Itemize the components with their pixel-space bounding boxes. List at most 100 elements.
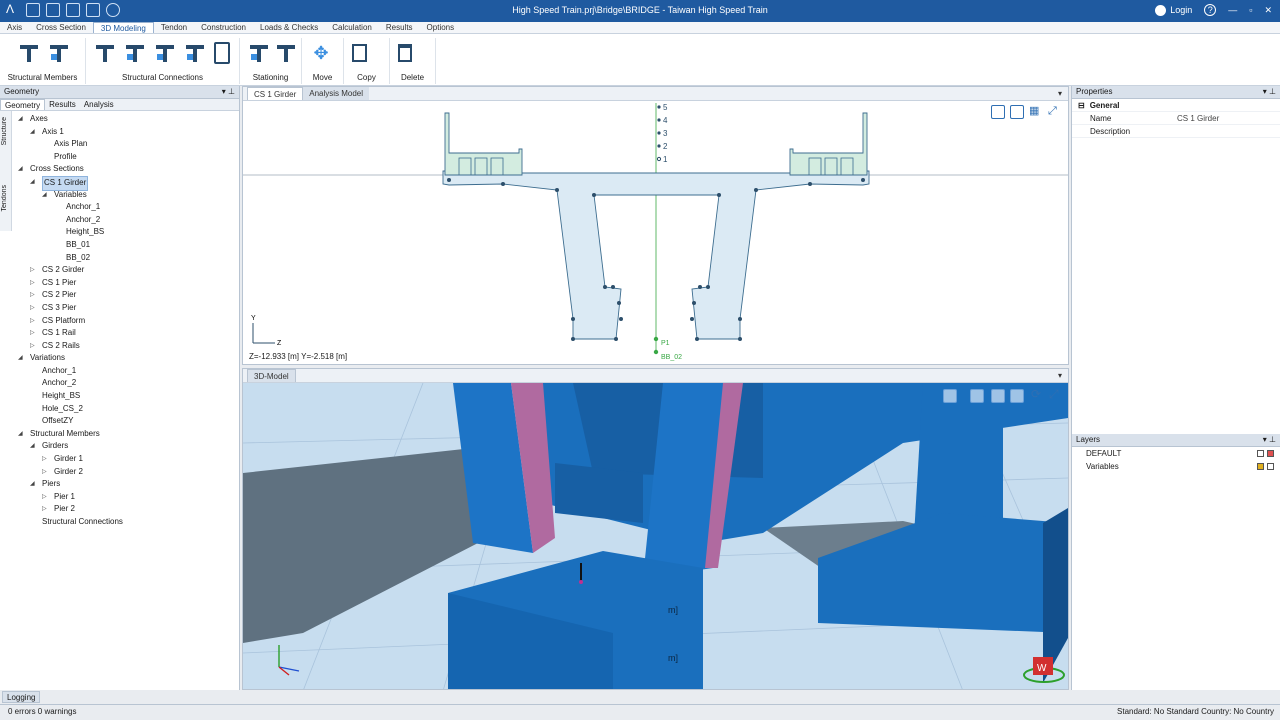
move-button[interactable]: Move (302, 73, 343, 82)
tree-item[interactable]: Hole_CS_2 (14, 403, 239, 416)
expand-arrow-icon[interactable]: ▷ (30, 315, 38, 328)
layer-color-swatch[interactable] (1267, 450, 1274, 457)
side-tab-tendons[interactable]: Tendons (1, 185, 8, 211)
expand-arrow-icon[interactable]: ▷ (30, 302, 38, 315)
tab-analysis-model[interactable]: Analysis Model (303, 87, 370, 100)
tree-item[interactable]: Profile (14, 151, 239, 164)
tree-item[interactable]: ◢ Axis 1 (14, 126, 239, 139)
tree-item[interactable]: ◢ Variables (14, 189, 239, 202)
tab-cs1-girder[interactable]: CS 1 Girder (247, 87, 304, 100)
minimize-icon[interactable]: — (1228, 5, 1237, 15)
rotate-icon[interactable]: ⟳ (1031, 387, 1045, 401)
connection-3-icon[interactable] (154, 42, 176, 64)
tree-item[interactable]: Anchor_2 (14, 214, 239, 227)
cube-view-2-icon[interactable] (1010, 389, 1024, 403)
tree-item[interactable]: Anchor_1 (14, 365, 239, 378)
menu-tab-3d-modeling[interactable]: 3D Modeling (92, 22, 154, 33)
copy-icon[interactable] (352, 44, 367, 62)
menu-tab-cross-section[interactable]: Cross Section (29, 22, 93, 33)
collapse-arrow-icon[interactable]: ◢ (18, 163, 26, 176)
connection-4-icon[interactable] (184, 42, 206, 64)
collapse-icon[interactable]: ⊟ (1072, 99, 1085, 111)
tree-item[interactable]: Anchor_2 (14, 377, 239, 390)
tree-item[interactable]: ◢ Piers (14, 478, 239, 491)
collapse-arrow-icon[interactable]: ◢ (30, 126, 38, 139)
print-icon[interactable] (1010, 105, 1024, 119)
tab-geometry[interactable]: Geometry (0, 99, 46, 110)
side-tab-structure[interactable]: Structure (1, 117, 8, 145)
collapse-arrow-icon[interactable]: ◢ (18, 113, 26, 126)
member-icon[interactable] (18, 42, 40, 64)
tree-item[interactable]: ◢ Axes (14, 113, 239, 126)
stationing-icon[interactable] (248, 42, 268, 64)
export-image-icon[interactable] (991, 105, 1005, 119)
tree-item[interactable]: ▷ CS 1 Pier (14, 277, 239, 290)
delete-button[interactable]: Delete (390, 73, 435, 82)
property-group-general[interactable]: ⊟ General (1072, 99, 1280, 112)
tree-item[interactable]: BB_01 (14, 239, 239, 252)
dropdown-icon[interactable]: ▾ (1052, 369, 1068, 382)
shade-icon[interactable] (943, 389, 957, 403)
copy-button[interactable]: Copy (344, 73, 389, 82)
menu-tab-axis[interactable]: Axis (0, 22, 29, 33)
collapse-arrow-icon[interactable]: ◢ (42, 189, 50, 202)
menu-tab-calculation[interactable]: Calculation (325, 22, 379, 33)
clipboard-icon[interactable] (214, 42, 230, 64)
tree-item[interactable]: Structural Connections (14, 516, 239, 529)
tree-item[interactable]: ◢ Structural Members (14, 428, 239, 441)
menu-tab-results[interactable]: Results (379, 22, 420, 33)
fullscreen-icon[interactable]: ⤢ (1048, 105, 1062, 119)
tree-item[interactable]: ▷ Pier 2 (14, 503, 239, 516)
cube-view-icon[interactable] (991, 389, 1005, 403)
property-value-description[interactable] (1177, 125, 1280, 137)
tree-item[interactable]: Height_BS (14, 226, 239, 239)
expand-arrow-icon[interactable]: ▷ (30, 340, 38, 353)
expand-arrow-icon[interactable]: ▷ (30, 264, 38, 277)
layer-row-default[interactable]: DEFAULT (1072, 447, 1280, 460)
logging-tab[interactable]: Logging (2, 691, 41, 703)
tab-analysis[interactable]: Analysis (80, 99, 118, 110)
dropdown-icon[interactable]: ▾ (1052, 87, 1068, 100)
box-icon[interactable] (970, 389, 984, 403)
collapse-arrow-icon[interactable]: ◢ (18, 352, 26, 365)
help-icon[interactable]: ? (1204, 4, 1217, 16)
expand-arrow-icon[interactable]: ▷ (42, 491, 50, 504)
collapse-arrow-icon[interactable]: ◢ (30, 176, 38, 189)
model-canvas[interactable]: m] m] W (243, 383, 1068, 690)
maximize-icon[interactable]: ▫ (1249, 5, 1252, 15)
pin-icon[interactable]: ▾ ⊥ (1263, 86, 1276, 98)
tree-item[interactable]: ▷ CS 3 Pier (14, 302, 239, 315)
expand-arrow-icon[interactable]: ▷ (42, 466, 50, 479)
tree-item[interactable]: ◢ Variations (14, 352, 239, 365)
close-icon[interactable]: ✕ (1264, 5, 1272, 16)
tree-item[interactable]: ▷ Girder 2 (14, 466, 239, 479)
menu-tab-options[interactable]: Options (420, 22, 462, 33)
tab-results[interactable]: Results (45, 99, 80, 110)
tree-item[interactable]: ▷ CS 2 Rails (14, 340, 239, 353)
user-icon[interactable] (1155, 4, 1167, 16)
collapse-arrow-icon[interactable]: ◢ (30, 478, 38, 491)
tree-item[interactable]: Height_BS (14, 390, 239, 403)
collapse-arrow-icon[interactable]: ◢ (18, 428, 26, 441)
menu-tab-tendon[interactable]: Tendon (154, 22, 194, 33)
move-icon[interactable]: ✥ (310, 42, 332, 64)
tree-item[interactable]: ▷ CS 1 Rail (14, 327, 239, 340)
menu-tab-construction[interactable]: Construction (194, 22, 253, 33)
tree-item[interactable]: BB_02 (14, 252, 239, 265)
tree-item[interactable]: ◢ CS 1 Girder (14, 175, 239, 191)
tree-item[interactable]: ◢ Cross Sections (14, 163, 239, 176)
tree-item[interactable]: ▷ Pier 1 (14, 491, 239, 504)
tree-item[interactable]: Anchor_1 (14, 201, 239, 214)
tree-item[interactable]: ▷ CS 2 Pier (14, 289, 239, 302)
tree-item[interactable]: OffsetZY (14, 415, 239, 428)
pin-icon[interactable]: ▾ ⊥ (1263, 434, 1276, 446)
layer-row-variables[interactable]: Variables (1072, 460, 1280, 473)
tree-item[interactable]: ▷ CS Platform (14, 315, 239, 328)
pin-icon[interactable]: ▾ ⊥ (222, 86, 235, 98)
tree-item[interactable]: Axis Plan (14, 138, 239, 151)
expand-arrow-icon[interactable]: ▷ (30, 327, 38, 340)
collapse-arrow-icon[interactable]: ◢ (30, 440, 38, 453)
tree-item[interactable]: ▷ CS 2 Girder (14, 264, 239, 277)
expand-arrow-icon[interactable]: ▷ (30, 289, 38, 302)
connection-icon[interactable] (94, 42, 116, 64)
